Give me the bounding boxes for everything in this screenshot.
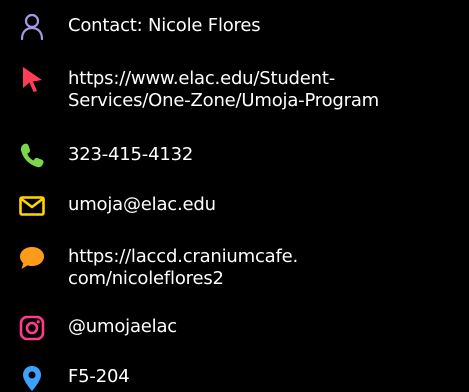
person-icon <box>18 12 46 40</box>
website-link[interactable]: https://www.elac.edu/Student- Services/O… <box>68 68 379 112</box>
chat-bubble-icon <box>18 244 46 272</box>
location-room: F5-204 <box>68 366 130 387</box>
email-address[interactable]: umoja@elac.edu <box>68 194 216 216</box>
instagram-icon <box>18 314 46 342</box>
chat-link-line1[interactable]: https://laccd.craniumcafe. <box>68 246 298 268</box>
location-pin-icon <box>18 364 46 392</box>
chat-link[interactable]: https://laccd.craniumcafe. com/nicoleflo… <box>68 246 298 290</box>
contact-name: Contact: Nicole Flores <box>68 15 261 36</box>
website-link-line1[interactable]: https://www.elac.edu/Student- <box>68 68 379 90</box>
instagram-handle[interactable]: @umojaelac <box>68 316 177 338</box>
mail-icon <box>18 192 46 220</box>
phone-icon <box>18 141 46 169</box>
cursor-arrow-icon <box>18 64 46 92</box>
phone-number[interactable]: 323-415-4132 <box>68 144 193 166</box>
website-link-line2[interactable]: Services/One-Zone/Umoja-Program <box>68 90 379 112</box>
chat-link-line2[interactable]: com/nicoleflores2 <box>68 268 298 290</box>
contact-list: Contact: Nicole Flores https://www.elac.… <box>0 0 469 391</box>
